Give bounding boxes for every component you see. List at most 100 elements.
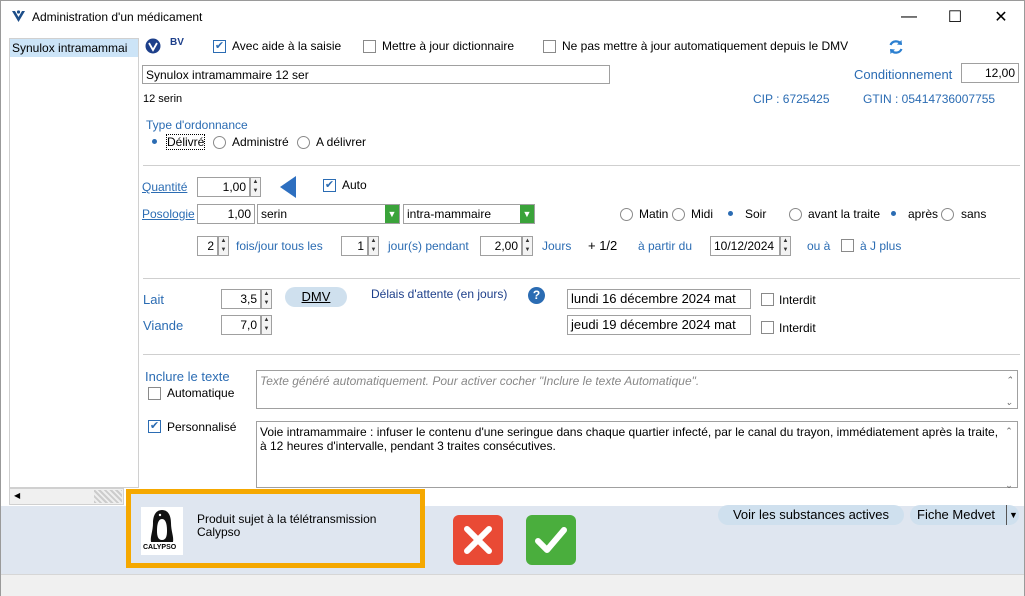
radio-delivre-label[interactable]: Délivré <box>165 134 206 150</box>
list-item[interactable]: Synulox intramammai <box>10 39 138 57</box>
maj-dictionnaire-label: Mettre à jour dictionnaire <box>382 39 515 53</box>
lait-label: Lait <box>143 292 164 307</box>
maj-dictionnaire-checkbox[interactable] <box>363 40 376 53</box>
maximize-icon: ☐ <box>947 9 963 26</box>
automatique-label: Automatique <box>167 386 235 400</box>
personnalise-checkbox[interactable]: ✔ <box>148 420 161 433</box>
radio-avant-traite[interactable] <box>789 208 802 221</box>
unit-select[interactable]: serin ▼ <box>257 204 400 224</box>
radio-sans[interactable] <box>941 208 954 221</box>
scroll-left-icon[interactable]: ◀ <box>14 491 20 500</box>
vertical-scrollbar[interactable]: ⌃ ⌄ <box>1001 422 1017 490</box>
posologie-input[interactable]: 1,00 <box>197 204 255 224</box>
radio-matin-label[interactable]: Matin <box>639 207 668 221</box>
chevron-down-icon[interactable]: ▼ <box>385 205 399 223</box>
fois-input[interactable]: 2 <box>197 236 218 256</box>
auto-text-area[interactable]: Texte généré automatiquement. Pour activ… <box>256 370 1018 409</box>
date-input[interactable]: 10/12/2024 <box>710 236 780 256</box>
horizontal-scrollbar[interactable]: ◀ <box>9 488 124 505</box>
viande-stepper[interactable]: ▲ ▼ <box>261 315 272 335</box>
bv-logo-icon <box>145 38 161 54</box>
fiche-medvet-label: Fiche Medvet <box>917 507 996 522</box>
teletransmission-box: CALYPSO Produit sujet à la télétransmiss… <box>126 489 425 568</box>
posologie-label[interactable]: Posologie <box>142 207 195 221</box>
lait-input[interactable]: 3,5 <box>221 289 261 309</box>
duree-unit-label: Jours <box>542 239 572 253</box>
radio-apres-label[interactable]: après <box>908 207 938 221</box>
avec-aide-checkbox[interactable]: ✔ <box>213 40 226 53</box>
radio-apres[interactable] <box>888 208 901 221</box>
unit-value: serin <box>261 207 288 221</box>
cancel-button[interactable] <box>453 515 503 565</box>
dialog-window: Administration d'un médicament — ☐ ✕ Syn… <box>0 0 1025 596</box>
duree-input[interactable]: 2,00 <box>480 236 522 256</box>
minimize-button[interactable]: — <box>886 1 932 33</box>
arrow-left-icon[interactable] <box>278 175 298 199</box>
auto-checkbox[interactable]: ✔ <box>323 179 336 192</box>
radio-soir-label[interactable]: Soir <box>745 207 766 221</box>
separator <box>143 354 1020 355</box>
refresh-icon[interactable] <box>886 37 906 57</box>
cip-label: CIP : 6725425 <box>753 92 830 106</box>
automatique-checkbox[interactable] <box>148 387 161 400</box>
quantite-input[interactable]: 1,00 <box>197 177 250 197</box>
personnalise-label: Personnalisé <box>167 420 237 434</box>
close-window-button[interactable]: ✕ <box>978 1 1024 33</box>
ou-a-label: ou à <box>807 239 831 253</box>
gtin-label: GTIN : 05414736007755 <box>863 92 996 106</box>
main-panel: BV ✔ Avec aide à la saisie Mettre à jour… <box>141 36 1023 490</box>
help-icon[interactable]: ? <box>528 287 545 304</box>
jours-input[interactable]: 1 <box>341 236 368 256</box>
radio-sans-label[interactable]: sans <box>961 207 986 221</box>
chevron-down-icon[interactable]: ▼ <box>520 205 534 223</box>
radio-midi-label[interactable]: Midi <box>691 207 713 221</box>
radio-a-delivrer[interactable] <box>297 136 310 149</box>
radio-a-delivrer-label[interactable]: A délivrer <box>316 135 366 149</box>
minimize-icon: — <box>901 8 917 25</box>
viande-interdit-label: Interdit <box>779 321 816 335</box>
dmv-button[interactable]: DMV <box>285 287 347 307</box>
radio-administre-label[interactable]: Administré <box>232 135 289 149</box>
conditionnement-input[interactable]: 12,00 <box>961 63 1019 83</box>
radio-soir[interactable] <box>725 208 738 221</box>
product-subtitle: 12 serin <box>143 93 183 105</box>
teletransmission-text: Produit sujet à la télétransmission Caly… <box>197 512 377 539</box>
quantite-label[interactable]: Quantité <box>142 180 187 194</box>
fois-stepper[interactable]: ▲ ▼ <box>218 236 229 256</box>
bv-label: BV <box>170 37 184 48</box>
viande-interdit-checkbox[interactable] <box>761 321 774 334</box>
radio-avant-traite-label[interactable]: avant la traite <box>808 207 880 221</box>
viande-input[interactable]: 7,0 <box>221 315 261 335</box>
validate-button[interactable] <box>526 515 576 565</box>
maximize-button[interactable]: ☐ <box>932 1 978 33</box>
fiche-medvet-button[interactable]: Fiche Medvet ▼ <box>910 505 1019 525</box>
duree-stepper[interactable]: ▲ ▼ <box>522 236 533 256</box>
scroll-grip[interactable] <box>94 490 122 503</box>
lait-interdit-checkbox[interactable] <box>761 293 774 306</box>
a-j-plus-checkbox[interactable] <box>841 239 854 252</box>
substances-button[interactable]: Voir les substances actives <box>718 505 904 525</box>
dmv-button-label: DMV <box>301 289 331 304</box>
viande-label: Viande <box>143 318 184 333</box>
medication-list[interactable]: Synulox intramammai <box>9 38 139 488</box>
radio-midi[interactable] <box>672 208 685 221</box>
radio-matin[interactable] <box>620 208 633 221</box>
quantite-stepper[interactable]: ▲ ▼ <box>250 177 261 197</box>
avec-aide-label: Avec aide à la saisie <box>232 39 342 53</box>
route-select[interactable]: intra-mammaire ▼ <box>403 204 535 224</box>
date-stepper[interactable]: ▲ ▼ <box>780 236 791 256</box>
delais-label: Délais d'attente (en jours) <box>371 287 508 301</box>
personnalise-text-area[interactable]: Voie intramammaire : infuser le contenu … <box>256 421 1018 490</box>
vertical-scrollbar[interactable]: ⌃ ⌄ <box>1001 371 1017 408</box>
ne-pas-maj-checkbox[interactable] <box>543 40 556 53</box>
radio-delivre[interactable] <box>149 136 162 149</box>
separator <box>143 165 1020 166</box>
jours-stepper[interactable]: ▲ ▼ <box>368 236 379 256</box>
lait-stepper[interactable]: ▲ ▼ <box>261 289 272 309</box>
product-name-input[interactable]: Synulox intramammaire 12 ser <box>142 65 610 84</box>
auto-label: Auto <box>342 178 367 192</box>
title-bar: Administration d'un médicament — ☐ ✕ <box>1 1 1024 33</box>
radio-administre[interactable] <box>213 136 226 149</box>
chevron-down-icon[interactable]: ▼ <box>1006 505 1018 525</box>
conditionnement-label: Conditionnement <box>854 67 953 82</box>
